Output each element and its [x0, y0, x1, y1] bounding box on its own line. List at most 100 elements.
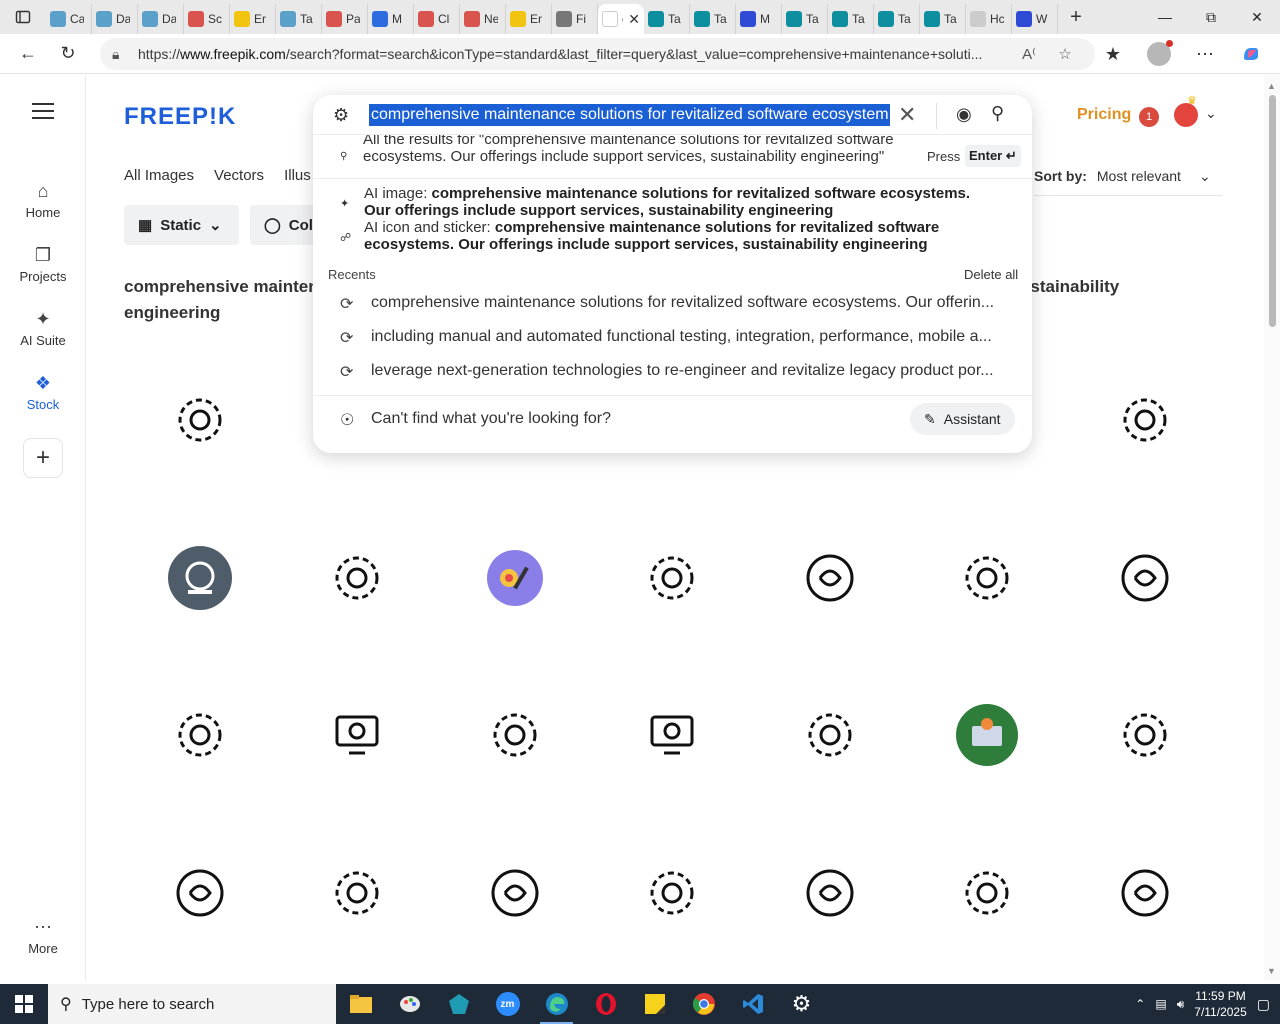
recent-search-item[interactable]: ⟳ including manual and automated functio… [313, 320, 1032, 354]
search-input[interactable]: comprehensive maintenance solutions for … [369, 104, 890, 126]
icon-result-thumbnail[interactable] [160, 853, 240, 933]
notifications-icon[interactable]: ▢ [1257, 996, 1270, 1013]
profile-button[interactable] [1136, 34, 1182, 74]
browser-tab[interactable]: Ta [644, 4, 690, 34]
browser-tab[interactable]: Ta [828, 4, 874, 34]
tab-all-images[interactable]: All Images [124, 167, 194, 184]
browser-tab[interactable]: Ca [46, 4, 92, 34]
taskbar-sticky-notes[interactable] [630, 984, 679, 1024]
taskbar-vscode[interactable] [728, 984, 777, 1024]
icon-result-thumbnail[interactable] [317, 538, 397, 618]
start-button[interactable] [0, 984, 48, 1024]
icon-result-thumbnail[interactable] [790, 853, 870, 933]
icon-result-thumbnail[interactable] [790, 695, 870, 775]
tab-actions-button[interactable] [0, 0, 46, 34]
tab-vectors[interactable]: Vectors [214, 167, 264, 184]
browser-tab[interactable]: Sc [184, 4, 230, 34]
reload-button[interactable]: ↻ [48, 34, 88, 74]
favorites-icon[interactable]: ★︎ [1090, 34, 1136, 74]
taskbar-edge[interactable] [532, 984, 581, 1024]
static-filter-button[interactable]: ▦ Static ⌄ [124, 205, 239, 245]
icon-result-thumbnail[interactable] [1105, 380, 1185, 460]
taskbar-paint-app[interactable] [385, 984, 434, 1024]
browser-tab[interactable]: Ta [276, 4, 322, 34]
icon-result-thumbnail[interactable] [947, 695, 1027, 775]
freepik-logo[interactable]: FREEP!K [124, 103, 236, 131]
taskbar-clock[interactable]: 11:59 PM 7/11/2025 [1194, 988, 1247, 1020]
nav-item-more[interactable]: ⋯ More [0, 917, 86, 956]
assistant-button[interactable]: ✎ Assistant [910, 403, 1015, 435]
scroll-down-icon[interactable]: ▼ [1267, 966, 1276, 976]
browser-tab[interactable]: Er [506, 4, 552, 34]
taskbar-opera[interactable] [581, 984, 630, 1024]
clear-search-icon[interactable]: ✕ [898, 102, 916, 128]
search-icon[interactable]: ⚲ [991, 103, 1004, 124]
icon-result-thumbnail[interactable] [790, 538, 870, 618]
tab-illustrations[interactable]: Illus [284, 167, 311, 184]
browser-tab[interactable]: Ta [874, 4, 920, 34]
address-bar[interactable]: 🔒︎ https://www.freepik.com/search?format… [100, 38, 1095, 70]
taskbar-zoom[interactable]: zm [483, 984, 532, 1024]
network-icon[interactable]: ▤ [1155, 997, 1166, 1011]
scrollbar-thumb[interactable] [1269, 95, 1276, 327]
all-results-suggestion[interactable]: ⚲ All the results for "comprehensive mai… [313, 135, 1032, 179]
browser-tab[interactable]: Ta [782, 4, 828, 34]
favorite-star-icon[interactable]: ☆ [1047, 45, 1083, 63]
icon-result-thumbnail[interactable] [947, 853, 1027, 933]
copilot-icon[interactable] [1228, 34, 1274, 74]
back-button[interactable]: ← [8, 34, 48, 74]
ai-image-suggestion[interactable]: ✦ AI image: comprehensive maintenance so… [313, 185, 1032, 219]
browser-tab[interactable]: Fi [552, 4, 598, 34]
icon-result-thumbnail[interactable] [632, 538, 712, 618]
page-scrollbar[interactable]: ▲ ▼ [1264, 75, 1280, 980]
nav-item-projects[interactable]: ❐ Projects [0, 245, 86, 284]
browser-tab[interactable]: Hc [966, 4, 1012, 34]
filter-settings-icon[interactable]: ⚙︎ [333, 105, 349, 126]
browser-tab[interactable]: Da [138, 4, 184, 34]
browser-tab[interactable]: M [736, 4, 782, 34]
read-aloud-icon[interactable]: A⁽ [1011, 45, 1047, 63]
icon-result-thumbnail[interactable] [317, 853, 397, 933]
icon-result-thumbnail[interactable] [475, 853, 555, 933]
browser-tab[interactable]: cc✕ [598, 4, 644, 34]
taskbar-file-explorer[interactable] [336, 984, 385, 1024]
minimize-button[interactable]: — [1142, 0, 1188, 34]
add-button[interactable]: + [23, 438, 63, 478]
icon-result-thumbnail[interactable] [475, 695, 555, 775]
taskbar-chrome[interactable] [679, 984, 728, 1024]
browser-tab[interactable]: M [368, 4, 414, 34]
browser-tab[interactable]: Ne [460, 4, 506, 34]
user-avatar[interactable] [1174, 94, 1198, 127]
more-menu-icon[interactable]: ⋯ [1182, 34, 1228, 74]
icon-result-thumbnail[interactable] [160, 695, 240, 775]
taskbar-search[interactable]: ⚲ Type here to search [48, 984, 336, 1024]
browser-tab[interactable]: W [1012, 4, 1058, 34]
icon-result-thumbnail[interactable] [947, 538, 1027, 618]
browser-tab[interactable]: Pa [322, 4, 368, 34]
icon-result-thumbnail[interactable] [632, 695, 712, 775]
recent-search-item[interactable]: ⟳ comprehensive maintenance solutions fo… [313, 286, 1032, 320]
icon-result-thumbnail[interactable] [317, 695, 397, 775]
icon-result-thumbnail[interactable] [160, 538, 240, 618]
sort-control[interactable]: Sort by: Most relevant ⌄ [1034, 168, 1211, 185]
icon-result-thumbnail[interactable] [475, 538, 555, 618]
browser-tab[interactable]: Er [230, 4, 276, 34]
browser-tab[interactable]: Da [92, 4, 138, 34]
restore-button[interactable]: ⧉ [1188, 0, 1234, 34]
browser-tab[interactable]: Ta [920, 4, 966, 34]
show-hidden-icons-icon[interactable]: ⌃ [1135, 997, 1145, 1011]
icon-result-thumbnail[interactable] [160, 380, 240, 460]
icon-result-thumbnail[interactable] [1105, 853, 1185, 933]
chevron-down-icon[interactable]: ⌄ [1205, 105, 1217, 122]
scroll-up-icon[interactable]: ▲ [1267, 81, 1276, 91]
nav-item-home[interactable]: ⌂ Home [0, 181, 86, 220]
ai-icon-suggestion[interactable]: ☍ AI icon and sticker: comprehensive mai… [313, 219, 1032, 253]
browser-tab[interactable]: Cl [414, 4, 460, 34]
volume-icon[interactable]: 🔊︎ [1177, 997, 1185, 1012]
taskbar-settings[interactable]: ⚙︎ [777, 984, 826, 1024]
recent-search-item[interactable]: ⟳ leverage next-generation technologies … [313, 354, 1032, 388]
taskbar-app-icon[interactable] [434, 984, 483, 1024]
nav-item-stock[interactable]: ❖ Stock [0, 373, 86, 412]
icon-result-thumbnail[interactable] [1105, 538, 1185, 618]
icon-result-thumbnail[interactable] [1105, 695, 1185, 775]
